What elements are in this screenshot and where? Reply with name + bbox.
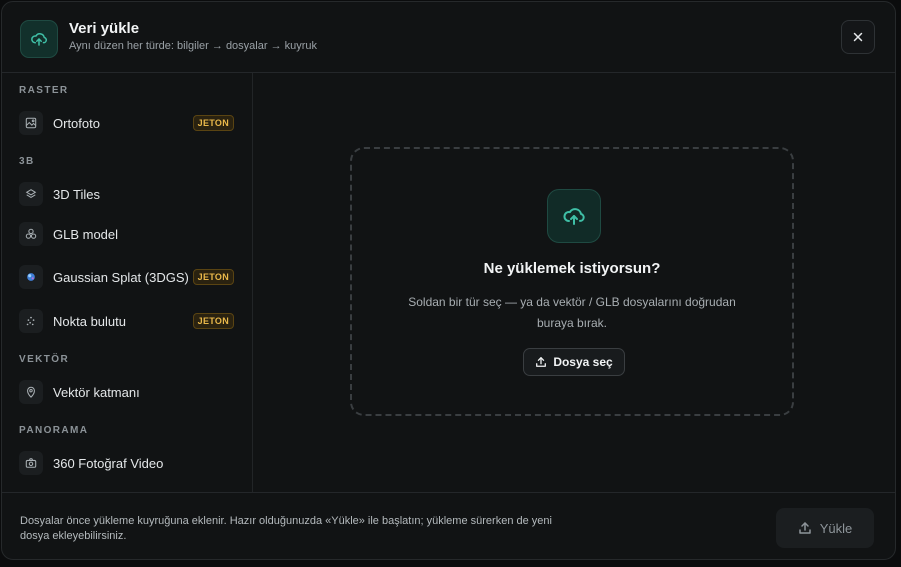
cloud-upload-icon (547, 189, 601, 243)
upload-icon (798, 522, 811, 534)
cloud-upload-icon (20, 20, 58, 58)
close-icon (853, 32, 863, 42)
sidebar-item-label: GLB model (53, 226, 119, 242)
token-badge: JETON (192, 115, 234, 131)
footer-note: Dosyalar önce yükleme kuyruğuna eklenir.… (20, 515, 552, 542)
sidebar-item-label: Vektör katmanı (53, 384, 140, 400)
sidebar-item-gaussian-splat[interactable]: Gaussian Splat (3DGS) JETON (8, 257, 246, 297)
sidebar-item-label: Ortofoto (53, 115, 100, 131)
section-title-raster: RASTER (19, 85, 69, 96)
sidebar-item-3d-tiles[interactable]: 3D Tiles (8, 179, 246, 209)
sidebar-item-360-fotograf-video[interactable]: 360 Fotoğraf Video (8, 448, 246, 478)
close-button[interactable] (841, 20, 875, 54)
section-title-3b: 3B (19, 156, 35, 167)
molecule-icon (19, 222, 43, 246)
dialog-subtitle: Aynı düzen her türde: bilgiler → dosyala… (69, 40, 318, 52)
dialog-title: Veri yükle (69, 20, 140, 37)
sidebar-item-ortofoto[interactable]: Ortofoto JETON (8, 108, 246, 138)
upload-button[interactable]: Yükle (776, 508, 874, 548)
upload-button-label: Yükle (819, 520, 853, 536)
map-pin-icon (19, 380, 43, 404)
choose-file-button[interactable]: Dosya seç (523, 348, 625, 376)
section-title-panorama: PANORAMA (19, 425, 89, 436)
splat-icon (19, 265, 43, 289)
token-badge: JETON (192, 269, 234, 285)
sidebar-item-label: Nokta bulutu (53, 313, 126, 329)
drop-zone-text: Soldan bir tür seç — ya da vektör / GLB … (408, 295, 736, 330)
point-cloud-icon (19, 309, 43, 333)
sidebar-item-label: 360 Fotoğraf Video (53, 455, 164, 471)
camera-icon (19, 451, 43, 475)
drop-zone-title: Ne yüklemek istiyorsun? (483, 260, 661, 277)
sidebar-item-label: Gaussian Splat (3DGS) (53, 269, 189, 285)
section-title-vektor: VEKTÖR (19, 354, 70, 365)
sidebar-item-nokta-bulutu[interactable]: Nokta bulutu JETON (8, 306, 246, 336)
token-badge: JETON (192, 313, 234, 329)
file-drop-zone[interactable]: Ne yüklemek istiyorsun? Soldan bir tür s… (350, 147, 794, 416)
upload-icon (536, 357, 547, 367)
dialog-header: Veri yükle Aynı düzen her türde: bilgile… (2, 2, 895, 73)
sidebar-item-label: 3D Tiles (53, 186, 100, 202)
upload-dialog: Veri yükle Aynı düzen her türde: bilgile… (1, 1, 896, 560)
dialog-footer: Dosyalar önce yükleme kuyruğuna eklenir.… (2, 492, 895, 559)
choose-file-label: Dosya seç (553, 355, 613, 369)
type-sidebar: RASTER Ortofoto JETON 3B 3D Tiles GLB mo… (2, 73, 253, 492)
sidebar-item-glb-model[interactable]: GLB model (8, 219, 246, 249)
layers-icon (19, 182, 43, 206)
image-icon (19, 111, 43, 135)
sidebar-item-vektor-katmani[interactable]: Vektör katmanı (8, 377, 246, 407)
